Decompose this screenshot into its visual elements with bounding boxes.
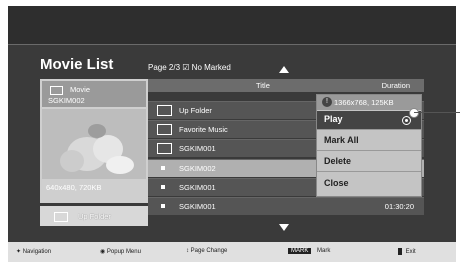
callout-line — [414, 112, 460, 113]
footer-bar: ✦ Navigation ◉ Popup Menu ↕ Page Change … — [8, 242, 456, 262]
page-change-icon: ↕ — [186, 248, 189, 254]
tv-screen: Movie List Page 2/3 ☑ No Marked Movie SG… — [8, 6, 456, 262]
menu-item-mark-all[interactable]: Mark All — [317, 132, 421, 151]
footer-mark: MARK Mark — [288, 248, 330, 254]
page-indicator: Page 2/3 ☑ No Marked — [148, 63, 231, 72]
top-separator — [8, 44, 456, 45]
folder-icon — [157, 143, 172, 154]
top-band — [8, 6, 456, 44]
preview-thumbnail — [42, 109, 146, 179]
footer-mark-label: Mark — [317, 248, 331, 254]
up-folder-button[interactable]: Up Folder — [40, 206, 148, 226]
column-title: Title — [256, 81, 270, 90]
list-item-name: SGKIM001 — [179, 183, 216, 192]
exit-icon — [398, 248, 402, 255]
page-title: Movie List — [40, 56, 114, 73]
footer-popup-menu-label: Popup Menu — [106, 249, 141, 255]
folder-icon — [54, 212, 68, 222]
column-duration: Duration — [381, 81, 410, 90]
footer-popup-menu: ◉ Popup Menu — [100, 248, 141, 255]
folder-icon — [50, 86, 63, 95]
radio-icon — [402, 116, 411, 125]
preview-category: Movie — [70, 85, 91, 94]
menu-item-label: Delete — [324, 156, 352, 166]
folder-icon — [157, 124, 172, 135]
menu-item-delete[interactable]: Delete — [317, 153, 421, 172]
preview-panel: Movie SGKIM002 640x480, 720KB — [40, 79, 148, 203]
menu-item-label: Mark All — [324, 135, 359, 145]
list-item-name: SGKIM001 — [179, 144, 216, 153]
preview-filename: SGKIM002 — [48, 96, 85, 105]
file-icon — [161, 166, 165, 170]
list-item-name: Up Folder — [179, 106, 212, 115]
file-icon — [161, 204, 165, 208]
mark-badge: MARK — [288, 248, 312, 254]
preview-resolution: 640x480, 720KB — [46, 183, 102, 192]
marked-status: No Marked — [191, 63, 231, 72]
footer-navigation: ✦ Navigation — [16, 248, 51, 255]
list-item-duration: 01:30:20 — [384, 202, 414, 211]
menu-item-label: Close — [324, 178, 349, 188]
menu-item-play[interactable]: Play — [317, 111, 421, 130]
footer-exit-label: Exit — [405, 249, 416, 256]
menu-item-close[interactable]: Close — [317, 175, 421, 193]
footer-page-change: ↕ Page Change — [186, 248, 227, 254]
navigation-icon: ✦ — [16, 249, 22, 255]
menu-item-label: Play — [324, 114, 343, 124]
list-item[interactable]: SGKIM001 01:30:20 — [148, 197, 424, 215]
popup-menu: ! 1366x768, 125KB Play Mark All Delete C… — [316, 94, 422, 197]
footer-page-change-label: Page Change — [190, 248, 228, 254]
list-item-name: SGKIM001 — [179, 202, 216, 211]
popup-info: ! 1366x768, 125KB — [317, 95, 421, 110]
list-header: Title Duration — [148, 79, 424, 92]
callout-marker — [409, 108, 419, 118]
info-icon: ! — [322, 97, 332, 107]
footer-navigation-label: Navigation — [22, 249, 52, 255]
file-icon — [161, 185, 165, 189]
ok-button-icon: ◉ — [100, 249, 106, 255]
scroll-down-arrow-icon[interactable] — [279, 224, 289, 231]
popup-info-text: 1366x768, 125KB — [334, 98, 394, 107]
list-item-name: Favorite Music — [179, 125, 228, 134]
scroll-up-arrow-icon[interactable] — [279, 66, 289, 73]
folder-icon — [157, 105, 172, 116]
list-item-name: SGKIM002 — [179, 164, 216, 173]
checkbox-icon: ☑ — [182, 63, 190, 72]
footer-exit: Exit — [398, 248, 416, 255]
page-info: Page 2/3 — [148, 63, 181, 72]
up-folder-label: Up Folder — [78, 212, 111, 221]
preview-header: Movie SGKIM002 — [42, 81, 146, 107]
